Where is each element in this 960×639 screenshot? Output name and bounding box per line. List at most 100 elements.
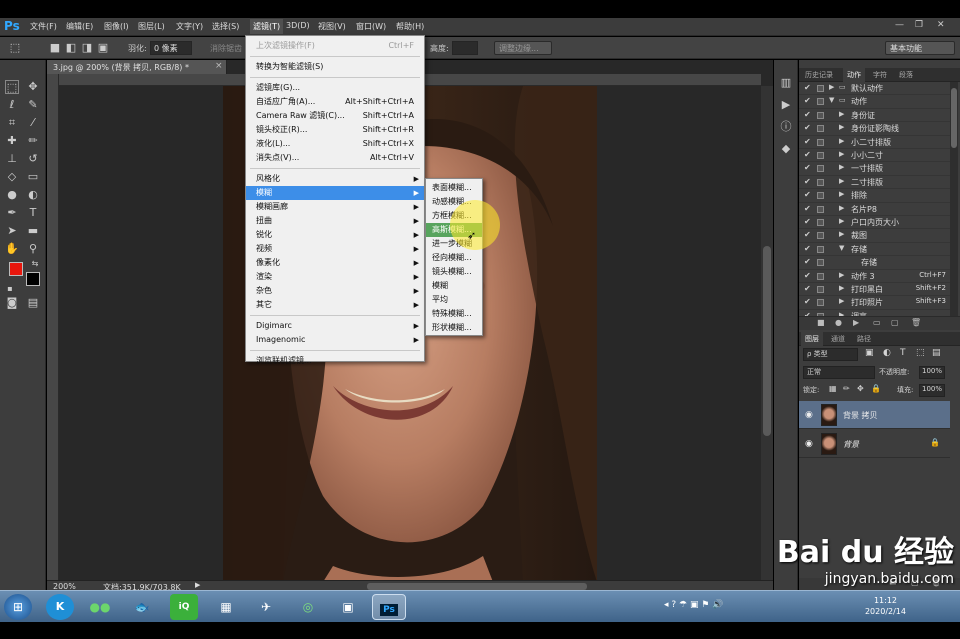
action-check-icon[interactable]: ✔ [804, 257, 811, 266]
action-dialog-toggle[interactable] [817, 245, 824, 253]
visibility-eye-icon[interactable]: ◉ [805, 410, 813, 420]
close-doc-icon[interactable]: × [215, 61, 223, 71]
filter-menu-item[interactable]: 消失点(V)... Alt+Ctrl+V [246, 151, 424, 165]
delete-action-icon[interactable]: 🗑 [911, 318, 921, 327]
expand-toggle-icon[interactable]: ▶ [839, 217, 844, 225]
filter-menu-item[interactable]: 杂色 ▶ [246, 284, 424, 298]
quick-mask-icon[interactable]: ◙ [5, 296, 19, 310]
3d-panel-icon[interactable]: ◆ [779, 142, 793, 156]
pen-tool-icon[interactable]: ✒ [5, 206, 19, 220]
zoom-tool-icon[interactable]: ⚲ [26, 242, 40, 256]
filter-menu-item[interactable]: 液化(L)... Shift+Ctrl+X [246, 137, 424, 151]
action-check-icon[interactable]: ✔ [804, 163, 811, 172]
marquee-preset-icon[interactable]: ⬚ [8, 41, 22, 55]
blur-tool-icon[interactable]: ● [5, 188, 19, 202]
blur-menu-item[interactable]: 径向模糊... [426, 251, 482, 265]
blur-menu-item[interactable]: 镜头模糊... [426, 265, 482, 279]
blur-menu-item[interactable]: 平均 [426, 293, 482, 307]
action-check-icon[interactable]: ✔ [804, 230, 811, 239]
screen-mode-icon[interactable]: ▤ [26, 296, 40, 310]
action-dialog-toggle[interactable] [817, 98, 824, 106]
filter-menu-item[interactable]: 浏览联机滤镜... [246, 354, 424, 368]
visibility-eye-icon[interactable]: ◉ [805, 439, 813, 449]
calculator-app-icon[interactable]: ▦ [212, 594, 240, 620]
eraser-tool-icon[interactable]: ◇ [5, 170, 19, 184]
filter-menu-item[interactable]: 其它 ▶ [246, 298, 424, 312]
workspace-select[interactable]: 基本功能 [885, 41, 955, 55]
brush-tool-icon[interactable]: ✏ [26, 134, 40, 148]
filter-menu-item[interactable]: 镜头校正(R)... Shift+Ctrl+R [246, 123, 424, 137]
blend-mode-select[interactable]: 正常 [803, 366, 875, 379]
expand-toggle-icon[interactable]: ▶ [839, 163, 844, 171]
gradient-tool-icon[interactable]: ▭ [26, 170, 40, 184]
filter-smart-icon[interactable]: ▤ [932, 348, 941, 358]
minimize-button[interactable]: — [895, 20, 904, 30]
move-tool-icon[interactable]: ✥ [26, 80, 40, 94]
action-check-icon[interactable]: ✔ [804, 150, 811, 159]
action-dialog-toggle[interactable] [817, 272, 824, 280]
actions-scroll-thumb[interactable] [951, 88, 957, 148]
lock-paint-icon[interactable]: ✏ [843, 384, 850, 393]
menu-3[interactable]: 图像(I) [104, 21, 129, 32]
action-row[interactable]: ✔ ▶ 一寸排版 [799, 162, 950, 176]
default-colors-icon[interactable]: ▪ [3, 282, 17, 296]
action-check-icon[interactable]: ✔ [804, 297, 811, 306]
filter-menu-item[interactable]: 模糊 ▶ [246, 186, 424, 200]
quick-select-icon[interactable]: ✎ [26, 98, 40, 112]
kuaiya-app-icon[interactable]: K [46, 594, 74, 620]
type-tool-icon[interactable]: T [26, 206, 40, 220]
action-dialog-toggle[interactable] [817, 165, 824, 173]
antialias-checkbox[interactable]: 消除锯齿 [210, 43, 242, 54]
action-dialog-toggle[interactable] [817, 286, 824, 293]
layers-tab[interactable]: 图层 [801, 332, 823, 346]
action-row[interactable]: ✔ ▶ 身份证影陶线 [799, 122, 950, 136]
filter-menu-item[interactable]: 锐化 ▶ [246, 228, 424, 242]
healing-brush-icon[interactable]: ✚ [5, 134, 19, 148]
menu-1[interactable]: 文件(F) [30, 21, 57, 32]
expand-toggle-icon[interactable]: ▶ [829, 83, 834, 91]
action-dialog-toggle[interactable] [817, 299, 824, 307]
document-tab[interactable]: 3.jpg @ 200% (背景 拷贝, RGB/8) * [47, 60, 227, 74]
expand-toggle-icon[interactable]: ▶ [839, 190, 844, 198]
expand-toggle-icon[interactable]: ▶ [839, 110, 844, 118]
browser-app-icon[interactable]: ◎ [294, 594, 322, 620]
filter-menu-item[interactable]: 风格化 ▶ [246, 172, 424, 186]
refine-edge-button[interactable]: 调整边缘... [494, 41, 552, 55]
path-select-icon[interactable]: ➤ [5, 224, 19, 238]
record-icon[interactable]: ● [835, 318, 842, 327]
expand-toggle-icon[interactable]: ▶ [839, 123, 844, 131]
action-dialog-toggle[interactable] [817, 232, 824, 240]
expand-toggle-icon[interactable]: ▶ [839, 177, 844, 185]
blur-menu-item[interactable]: 表面模糊... [426, 181, 482, 195]
feather-input[interactable]: 0 像素 [150, 41, 192, 55]
intersect-selection-icon[interactable]: ▣ [96, 41, 110, 55]
action-row[interactable]: ✔ ▶ 裁图 [799, 229, 950, 243]
stop-icon[interactable]: ■ [817, 318, 825, 327]
shape-tool-icon[interactable]: ▬ [26, 224, 40, 238]
action-row[interactable]: ✔ ▶ 名片P8 [799, 203, 950, 216]
action-check-icon[interactable]: ✔ [804, 110, 811, 119]
menu-10[interactable]: 窗口(W) [356, 21, 386, 32]
tray-icons[interactable]: ◂ ? ☂ ▣ ⚑ 🔊 [664, 600, 723, 610]
vertical-scrollbar[interactable] [761, 86, 773, 582]
filter-menu-item[interactable]: 像素化 ▶ [246, 256, 424, 270]
expand-toggle-icon[interactable]: ▼ [829, 96, 834, 104]
menu-9[interactable]: 视图(V) [318, 21, 346, 32]
action-dialog-toggle[interactable] [817, 178, 824, 186]
expand-toggle-icon[interactable]: ▶ [839, 150, 844, 158]
menu-11[interactable]: 帮助(H) [396, 21, 424, 32]
iqiyi-app-icon[interactable]: iQ [170, 594, 198, 620]
hand-tool-icon[interactable]: ✋ [5, 242, 19, 256]
info-panel-icon[interactable]: ⓘ [779, 120, 793, 134]
action-check-icon[interactable]: ✔ [804, 177, 811, 186]
action-check-icon[interactable]: ✔ [804, 244, 811, 253]
actions-panel-icon[interactable]: ▶ [779, 98, 793, 112]
filter-adjust-icon[interactable]: ◐ [883, 348, 891, 358]
layer-row[interactable]: ◉ 背景 🔒 [799, 430, 950, 458]
stamp-tool-icon[interactable]: ⊥ [5, 152, 19, 166]
lasso-tool-icon[interactable]: ℓ [5, 98, 19, 112]
action-row[interactable]: ✔ ▼ 存储 [799, 243, 950, 257]
swap-colors-icon[interactable]: ⇆ [28, 257, 42, 271]
action-check-icon[interactable]: ✔ [804, 217, 811, 226]
menu-2[interactable]: 编辑(E) [66, 21, 93, 32]
